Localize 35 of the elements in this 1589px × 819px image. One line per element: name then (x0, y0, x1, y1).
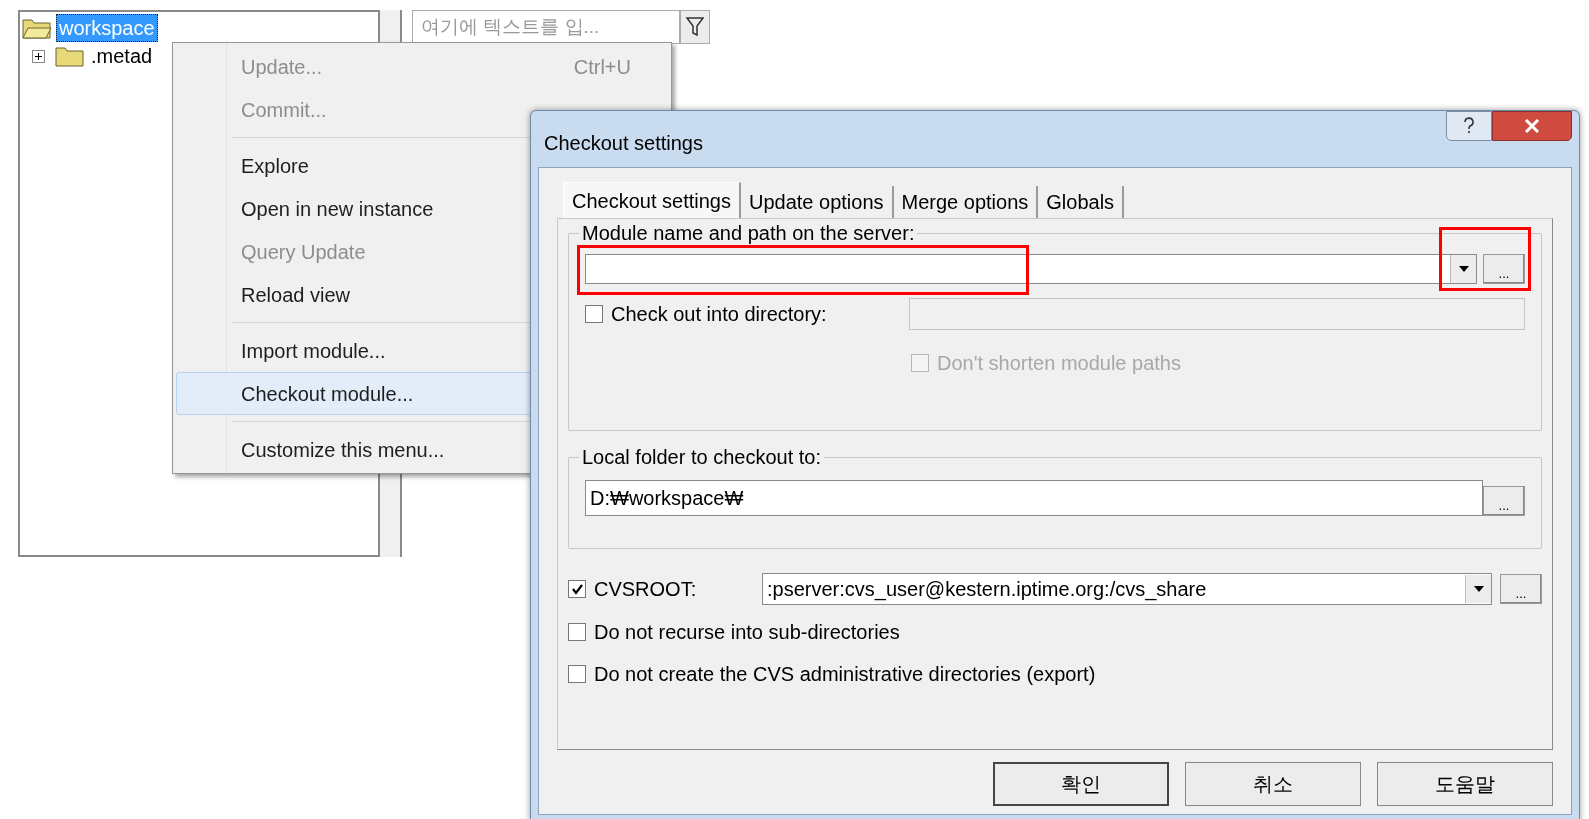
caret-icon (1473, 586, 1484, 592)
caret-icon (1458, 266, 1469, 272)
dialog-button[interactable]: 취소 (1185, 762, 1361, 806)
window-title: Checkout settings (543, 131, 703, 156)
local-folder-field[interactable]: D:₩workspace₩ (585, 480, 1483, 516)
dropdown-button[interactable] (1450, 255, 1476, 283)
checkbox[interactable] (568, 623, 586, 641)
cvsroot-combo-field[interactable]: :pserver:cvs_user@kestern.iptime.org:/cvs_share (762, 573, 1492, 605)
close-icon (1524, 119, 1540, 133)
checkbox-label: Do not recurse into sub-directories (594, 620, 900, 645)
checkbox-label: Check out into directory: (611, 302, 828, 327)
checkbox-label: Do not create the CVS administrative directories (export) (594, 662, 1096, 687)
filter-button[interactable] (680, 10, 710, 44)
field-value: :pserver:cvs_user@kestern.iptime.org:/cvs_share (766, 577, 1208, 603)
checkbox-label: CVSROOT: (594, 577, 698, 602)
help-button[interactable] (1446, 111, 1492, 141)
dialog-button[interactable]: 확인 (993, 762, 1169, 806)
funnel-icon (686, 17, 704, 37)
question-icon (1463, 117, 1475, 135)
filter-field[interactable]: 여기에 텍스트를 입... (412, 10, 680, 44)
checkbox[interactable] (568, 580, 586, 598)
checkbox-label: Don't shorten module paths (937, 351, 1181, 376)
expand-toggle[interactable] (32, 49, 45, 63)
dialog-button[interactable]: 도움말 (1377, 762, 1553, 806)
folder-icon (55, 45, 85, 67)
dropdown-button[interactable] (1465, 575, 1491, 603)
browse-button[interactable]: ... (1500, 574, 1542, 604)
close-button[interactable] (1492, 111, 1572, 141)
checkbox[interactable] (568, 665, 586, 683)
open-folder-icon (22, 17, 52, 39)
module-combo-field[interactable] (585, 254, 1477, 284)
tree-item[interactable]: .metad (89, 43, 155, 69)
tab[interactable]: Checkout settings (563, 182, 741, 218)
browse-button[interactable]: ... (1483, 254, 1525, 284)
browse-button[interactable]: ... (1483, 486, 1525, 516)
